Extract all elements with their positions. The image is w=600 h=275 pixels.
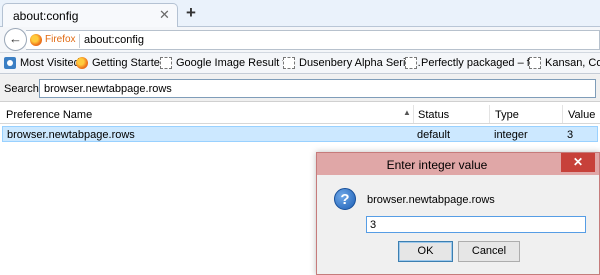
column-type[interactable]: Type — [495, 109, 519, 121]
bookmark-label: Dusenbery Alpha Serie... — [299, 57, 421, 69]
cell-value: 3 — [567, 129, 574, 141]
bookmark-label: Google Image Result f... — [176, 57, 295, 69]
bookmark-label: Kansan, Conte — [545, 57, 600, 69]
url-text[interactable]: about:config — [84, 34, 144, 46]
sort-ascending-icon: ▲ — [403, 108, 411, 117]
column-value[interactable]: Value — [568, 109, 595, 121]
tab-strip: about:config ✕ + — [0, 0, 600, 27]
back-button[interactable]: ← — [4, 28, 27, 51]
question-icon: ? — [334, 188, 356, 210]
identity-label: Firefox — [45, 34, 76, 45]
bookmark-label: Perfectly packaged – fr... — [421, 57, 543, 69]
dialog-titlebar[interactable]: Enter integer value ✕ — [317, 153, 599, 175]
column-divider[interactable] — [562, 105, 563, 123]
table-row[interactable]: browser.newtabpage.rows default integer … — [2, 126, 598, 142]
table-header: Preference Name ▲ Status Type Value — [0, 105, 600, 124]
firefox-icon — [30, 34, 42, 46]
dialog-close-button[interactable]: ✕ — [561, 153, 595, 172]
column-status[interactable]: Status — [418, 109, 449, 121]
cell-type: integer — [494, 129, 528, 141]
new-tab-button[interactable]: + — [186, 3, 196, 23]
back-arrow-icon: ← — [9, 31, 22, 46]
page-icon — [283, 57, 295, 69]
url-bar[interactable]: Firefox about:config — [26, 30, 600, 50]
search-input[interactable] — [39, 79, 596, 98]
page-icon — [405, 57, 417, 69]
cancel-button[interactable]: Cancel — [458, 241, 520, 262]
bookmarks-toolbar: Most Visited Getting Started Google Imag… — [0, 53, 600, 74]
integer-value-input[interactable] — [366, 216, 586, 233]
page-icon — [160, 57, 172, 69]
tab-title: about:config — [13, 9, 79, 23]
bookmark-label: Most Visited — [20, 57, 80, 69]
enter-integer-dialog: Enter integer value ✕ ? browser.newtabpa… — [316, 152, 600, 275]
column-divider[interactable] — [489, 105, 490, 123]
bookmark-label: Getting Started — [92, 57, 166, 69]
bookmark-kansan[interactable]: Kansan, Conte — [529, 57, 600, 71]
page-icon — [529, 57, 541, 69]
search-row: Search: — [0, 75, 600, 102]
dialog-body: ? browser.newtabpage.rows OK Cancel — [317, 175, 599, 274]
cell-status: default — [417, 129, 451, 141]
tab-about-config[interactable]: about:config ✕ — [2, 3, 178, 27]
url-divider — [79, 34, 80, 48]
search-label: Search: — [4, 83, 42, 95]
navigation-bar: Firefox about:config ← — [0, 27, 600, 53]
firefox-icon — [76, 57, 88, 69]
identity-box[interactable]: Firefox — [30, 34, 76, 47]
dialog-preference-name: browser.newtabpage.rows — [367, 194, 495, 206]
column-divider[interactable] — [413, 105, 414, 123]
column-preference-name[interactable]: Preference Name — [6, 109, 92, 121]
most-visited-icon — [4, 57, 16, 69]
dialog-title: Enter integer value — [386, 158, 488, 172]
ok-button[interactable]: OK — [398, 241, 453, 262]
tab-close-icon[interactable]: ✕ — [159, 7, 170, 23]
cell-preference-name: browser.newtabpage.rows — [7, 129, 135, 141]
